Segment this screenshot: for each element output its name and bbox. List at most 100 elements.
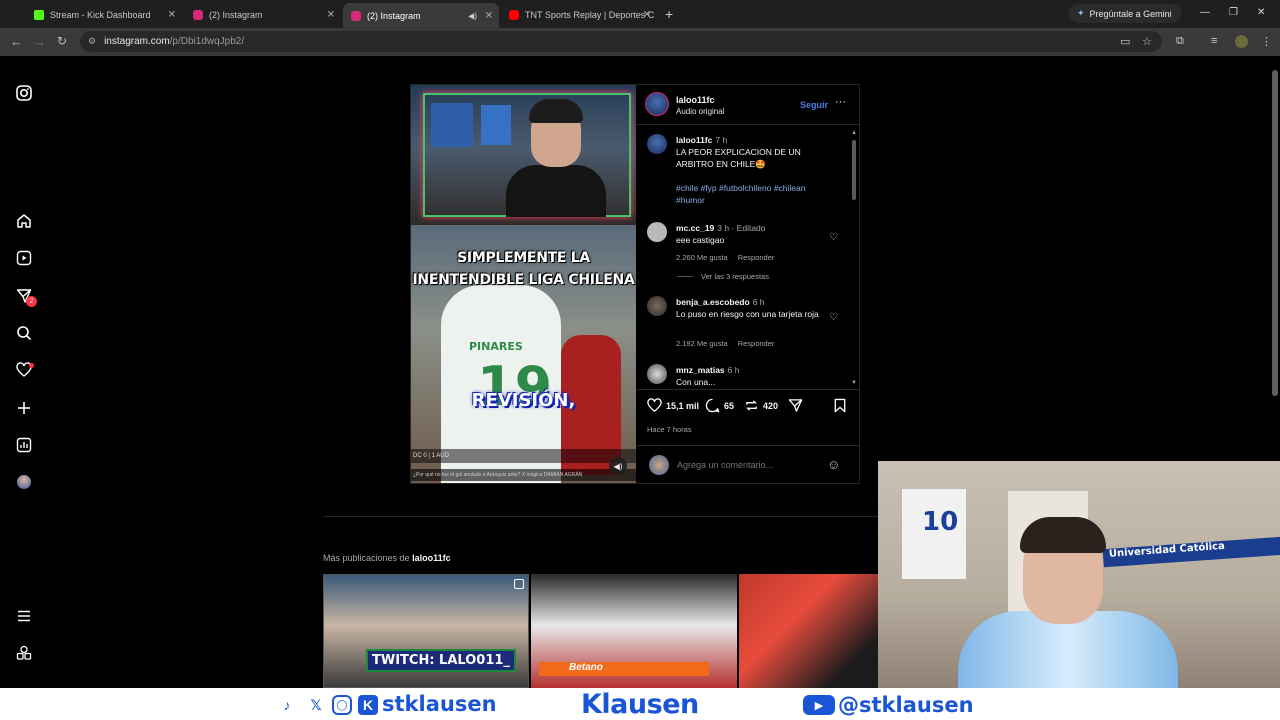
author-avatar[interactable] bbox=[645, 92, 669, 116]
new-tab-icon[interactable]: + bbox=[665, 6, 673, 22]
speaker-icon[interactable]: ◀) bbox=[468, 11, 477, 20]
messages-count-badge: 2 bbox=[26, 296, 37, 307]
caption-text: LA PEOR EXPLICACION DE UN ARBITRO EN CHI… bbox=[676, 147, 801, 169]
video-ticker: ¿Por qué no fue el gol anulado a Arángui… bbox=[411, 469, 636, 481]
minimize-icon[interactable]: — bbox=[1200, 7, 1210, 18]
more-posts-grid: TWITCH: LALO011_ Betano bbox=[323, 574, 878, 688]
bookmark-star-icon[interactable]: ☆ bbox=[1142, 35, 1152, 48]
close-window-icon[interactable]: ✕ bbox=[1257, 7, 1265, 18]
reposts-count: 420 bbox=[763, 400, 779, 411]
webcam-scarf-text: Universidad Católica bbox=[1102, 536, 1280, 568]
audio-label[interactable]: Audio original bbox=[676, 107, 724, 116]
more-posts-prefix: Más publicaciones de bbox=[323, 553, 410, 563]
tab-instagram-1[interactable]: (2) Instagram ✕ bbox=[185, 4, 341, 26]
footer-right-handle: @stklausen bbox=[838, 693, 974, 717]
close-tab-icon[interactable]: ✕ bbox=[327, 10, 335, 21]
post-actions: 15,1 mil 65 420 Hace 7 horas bbox=[637, 389, 859, 435]
restore-icon[interactable]: ❐ bbox=[1229, 7, 1238, 18]
tab-instagram-2[interactable]: (2) Instagram ◀) ✕ bbox=[343, 3, 499, 28]
like-comment-heart-icon[interactable]: ♡ bbox=[829, 312, 838, 324]
instagram-logo-icon[interactable] bbox=[14, 83, 34, 103]
tab-title: TNT Sports Replay | Deportes C bbox=[525, 10, 655, 20]
forward-icon[interactable]: → bbox=[33, 34, 46, 49]
url-path: /p/Dbi1dwqJpb2/ bbox=[169, 36, 245, 47]
commenter-avatar[interactable] bbox=[647, 296, 667, 316]
caption-username[interactable]: laloo11fc bbox=[676, 135, 712, 145]
comments-scrollbar[interactable]: ▲ ▼ bbox=[851, 130, 857, 388]
dashboard-icon[interactable] bbox=[14, 435, 34, 455]
like-comment-heart-icon[interactable]: ♡ bbox=[829, 232, 838, 244]
profile-avatar[interactable] bbox=[1235, 35, 1248, 48]
tab-title: Stream - Kick Dashboard bbox=[50, 10, 151, 20]
comment-username[interactable]: mnz_matias bbox=[676, 365, 725, 375]
bookmark-icon bbox=[834, 398, 846, 413]
comment-username[interactable]: benja_a.escobedo bbox=[676, 297, 750, 307]
view-replies-button[interactable]: Ver las 3 respuestas bbox=[677, 272, 769, 281]
comment-time: 3 h · Editado bbox=[717, 223, 766, 233]
instagram-icon: ◯ bbox=[332, 695, 352, 715]
commenter-avatar[interactable] bbox=[647, 364, 667, 384]
post-timestamp[interactable]: Hace 7 horas bbox=[647, 425, 692, 434]
home-icon[interactable] bbox=[14, 211, 34, 231]
reels-icon[interactable] bbox=[14, 248, 34, 268]
tab-title: (2) Instagram bbox=[367, 10, 421, 21]
volume-icon[interactable]: ◀) bbox=[609, 457, 627, 475]
comment-bubble-icon bbox=[705, 398, 720, 413]
comment-input[interactable] bbox=[677, 460, 817, 470]
back-icon[interactable]: ← bbox=[10, 34, 23, 49]
post-thumbnail[interactable] bbox=[739, 574, 878, 688]
comment-likes[interactable]: 2.260 Me gusta bbox=[676, 253, 728, 262]
reply-button[interactable]: Responder bbox=[738, 253, 775, 262]
repost-button[interactable]: 420 bbox=[744, 398, 778, 413]
emoji-picker-icon[interactable]: ☺ bbox=[827, 457, 840, 472]
site-info-icon[interactable]: ⚙ bbox=[88, 36, 96, 47]
author-username[interactable]: laloo11fc bbox=[676, 95, 715, 105]
reply-button[interactable]: Responder bbox=[738, 339, 775, 348]
reload-icon[interactable]: ↻ bbox=[57, 34, 67, 48]
gemini-button[interactable]: ✦ Pregúntale a Gemini bbox=[1069, 4, 1181, 23]
reel-video[interactable]: PINARES 19 SIMPLEMENTE LA INENTENDIBLE L… bbox=[411, 85, 636, 483]
jersey-name: PINARES bbox=[469, 340, 523, 353]
tab-tnt-sports[interactable]: TNT Sports Replay | Deportes C ✕ bbox=[501, 4, 657, 26]
reading-list-icon[interactable]: ≡ bbox=[1211, 35, 1217, 47]
extensions-icon[interactable]: ⧉ bbox=[1176, 35, 1184, 48]
close-tab-icon[interactable]: ✕ bbox=[643, 10, 651, 21]
url-bar[interactable]: ⚙ instagram.com/p/Dbi1dwqJpb2/ bbox=[80, 31, 1162, 52]
address-toolbar: ← → ↻ ⚙ instagram.com/p/Dbi1dwqJpb2/ ▭ ☆… bbox=[0, 28, 1280, 56]
share-button[interactable] bbox=[788, 398, 803, 413]
create-plus-icon[interactable] bbox=[14, 398, 34, 418]
instagram-favicon-icon bbox=[193, 10, 203, 20]
close-tab-icon[interactable]: ✕ bbox=[485, 10, 493, 21]
youtube-icon: ▶ bbox=[803, 695, 835, 715]
comment-likes[interactable]: 2.192 Me gusta bbox=[676, 339, 728, 348]
post-header: laloo11fc Audio original Seguir ··· bbox=[637, 85, 859, 125]
save-button[interactable] bbox=[833, 398, 847, 413]
author-avatar[interactable] bbox=[647, 134, 667, 154]
comment-text: eee castigao bbox=[676, 235, 725, 245]
comment-button[interactable]: 65 bbox=[705, 398, 734, 413]
caption-hashtags[interactable]: #chile #fyp #futbolchileno #chilean #hum… bbox=[676, 183, 805, 205]
more-options-icon[interactable]: ··· bbox=[835, 96, 846, 108]
profile-avatar-icon[interactable] bbox=[14, 472, 34, 492]
video-caption-top: SIMPLEMENTE LA INENTENDIBLE LIGA CHILENA bbox=[412, 250, 635, 288]
more-posts-heading: Más publicaciones de laloo11fc bbox=[323, 553, 451, 563]
instagram-sidebar: 2 bbox=[0, 56, 48, 688]
menu-kebab-icon[interactable]: ⋮ bbox=[1261, 35, 1272, 48]
also-from-meta-icon[interactable] bbox=[14, 643, 34, 663]
follow-button[interactable]: Seguir bbox=[800, 100, 828, 110]
close-tab-icon[interactable]: ✕ bbox=[168, 10, 176, 21]
post-thumbnail[interactable]: TWITCH: LALO011_ bbox=[323, 574, 529, 688]
cast-icon[interactable]: ▭ bbox=[1120, 35, 1130, 48]
search-icon[interactable] bbox=[14, 323, 34, 343]
post-thumbnail[interactable]: Betano bbox=[531, 574, 737, 688]
view-replies-label: Ver las 3 respuestas bbox=[701, 272, 769, 281]
like-button[interactable]: 15,1 mil bbox=[647, 398, 699, 413]
hamburger-menu-icon[interactable] bbox=[14, 606, 34, 626]
commenter-avatar[interactable] bbox=[647, 222, 667, 242]
thumbnail-sponsor: Betano bbox=[539, 662, 709, 676]
more-posts-username[interactable]: laloo11fc bbox=[412, 553, 451, 563]
youtube-favicon-icon bbox=[509, 10, 519, 20]
comment-username[interactable]: mc.cc_19 bbox=[676, 223, 714, 233]
tab-kick-dashboard[interactable]: Stream - Kick Dashboard ✕ bbox=[26, 4, 182, 26]
repost-icon bbox=[746, 400, 757, 411]
